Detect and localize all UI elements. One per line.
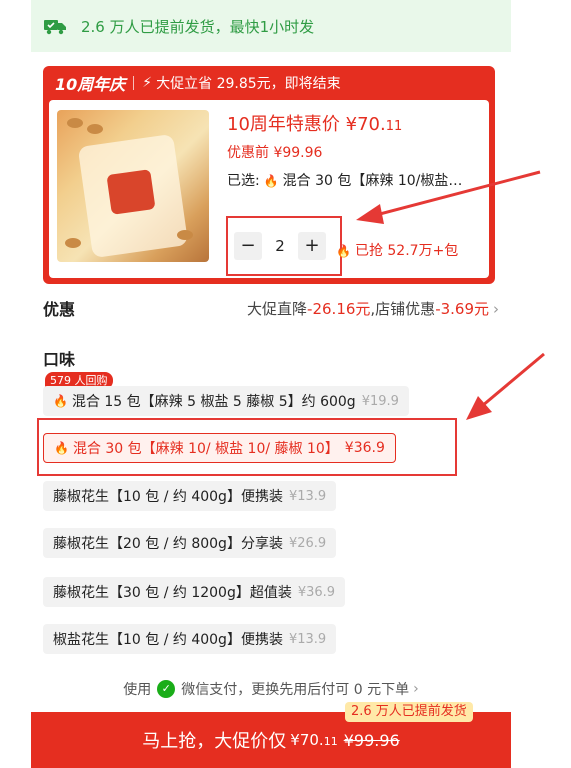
image-brand-label — [106, 169, 156, 215]
store-discount: -3.69元 — [435, 299, 489, 318]
option-label: 藤椒花生【20 包 / 约 800g】分享装 — [53, 536, 283, 552]
chevron-right-icon: › — [413, 681, 419, 697]
flavor-option[interactable]: 藤椒花生【10 包 / 约 400g】便携装 ¥13.9 — [43, 481, 337, 511]
buy-price-main: ¥70. — [290, 731, 324, 749]
anniversary-badge: 10周年庆 — [55, 75, 126, 94]
flavor-option[interactable]: 🔥 混合 15 包【麻辣 5 椒盐 5 藤椒 5】约 600g ¥19.9 — [43, 386, 409, 416]
image-peanut — [87, 124, 103, 134]
flavor-option[interactable]: 藤椒花生【30 包 / 约 1200g】超值装 ¥36.9 — [43, 577, 346, 607]
shipping-tag: 2.6 万人已提前发货 — [345, 702, 473, 722]
original-price: 优惠前 ¥99.96 — [227, 145, 323, 161]
promo-headline: 大促立省 29.85元，即将结束 — [156, 76, 341, 92]
promo-header: 10周年庆 ⚡ 大促立省 29.85元，即将结束 — [43, 66, 495, 100]
quantity-value[interactable]: 2 — [266, 232, 294, 260]
flame-icon: 🔥 — [336, 244, 351, 258]
buy-original-price: ¥99.96 — [343, 730, 400, 750]
image-peanut — [67, 118, 83, 128]
quantity-decrease-button[interactable]: − — [234, 232, 262, 260]
highlight-frame — [37, 418, 457, 476]
option-label: 藤椒花生【30 包 / 约 1200g】超值装 — [53, 585, 292, 601]
option-label: 混合 15 包【麻辣 5 椒盐 5 藤椒 5】约 600g — [71, 394, 356, 410]
flame-icon: 🔥 — [263, 174, 279, 188]
buy-price: ¥70.11 — [290, 731, 337, 749]
product-image[interactable] — [57, 110, 209, 262]
option-price: ¥13.9 — [288, 488, 327, 504]
flavor-option[interactable]: 椒盐花生【10 包 / 约 400g】便携装 ¥13.9 — [43, 624, 337, 654]
payment-text: 微信支付，更换先用后付可 0 元下单 — [181, 682, 410, 698]
promo-discount: -26.16元 — [307, 299, 371, 318]
coupon-prefix: 大促直降 — [247, 299, 308, 318]
wechat-pay-icon: ✓ — [157, 680, 176, 698]
selected-variant: 已选: 🔥 混合 30 包【麻辣 10/椒盐… — [227, 170, 482, 190]
flavor-title: 口味 — [43, 350, 76, 369]
flavor-option[interactable]: 藤椒花生【20 包 / 约 800g】分享装 ¥26.9 — [43, 528, 337, 558]
special-price-decimal: 11 — [385, 119, 403, 134]
selected-value: 混合 30 包【麻辣 10/椒盐… — [282, 173, 463, 189]
option-label: 椒盐花生【10 包 / 约 400g】便携装 — [53, 632, 283, 648]
sold-count: 🔥 已抢 52.7万+包 — [336, 240, 458, 260]
buy-label: 马上抢，大促价仅 — [142, 731, 287, 752]
shipping-text: 2.6 万人已提前发货，最快1小时发 — [81, 17, 315, 36]
shipping-banner: 2.6 万人已提前发货，最快1小时发 — [31, 0, 511, 52]
lightning-icon: ⚡ — [142, 75, 153, 91]
option-price: ¥26.9 — [288, 535, 327, 551]
option-price: ¥36.9 — [297, 584, 336, 600]
coupon-mid: ,店铺优惠 — [370, 299, 436, 318]
image-peanut — [65, 238, 81, 248]
quantity-highlight-frame: − 2 + — [226, 216, 342, 276]
option-price: ¥19.9 — [361, 393, 399, 409]
product-sku-sheet: 2.6 万人已提前发货，最快1小时发 10周年庆 ⚡ 大促立省 29.85元，即… — [31, 0, 511, 768]
coupon-label: 优惠 — [43, 300, 76, 319]
payment-row[interactable]: 使用 ✓ 微信支付，更换先用后付可 0 元下单 › — [31, 674, 511, 704]
option-price: ¥13.9 — [288, 631, 327, 647]
option-label: 藤椒花生【10 包 / 约 400g】便携装 — [53, 489, 283, 505]
divider — [133, 76, 135, 90]
selected-prefix: 已选: — [227, 173, 260, 189]
quantity-increase-button[interactable]: + — [298, 232, 326, 260]
image-peanut — [177, 230, 193, 240]
coupon-row[interactable]: 优惠 大促直降-26.16元,店铺优惠-3.69元 › — [43, 294, 499, 322]
sold-text: 已抢 52.7万+包 — [354, 243, 459, 259]
truck-icon — [44, 20, 66, 35]
payment-prefix: 使用 — [123, 682, 152, 698]
coupon-info: 大促直降-26.16元,店铺优惠-3.69元 › — [247, 298, 499, 319]
special-price-main: 10周年特惠价 ¥70. — [227, 114, 386, 135]
chevron-right-icon: › — [493, 299, 499, 318]
flame-icon: 🔥 — [53, 394, 68, 408]
special-price: 10周年特惠价 ¥70.11 — [227, 110, 402, 136]
buy-price-decimal: 11 — [323, 735, 338, 748]
